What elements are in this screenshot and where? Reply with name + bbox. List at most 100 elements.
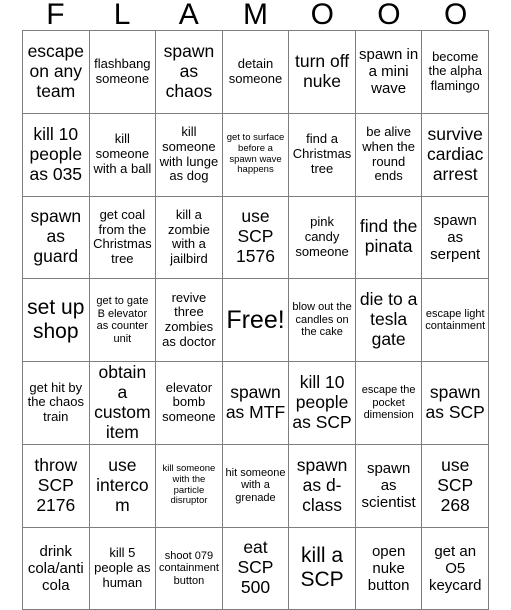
bingo-cell[interactable]: revive three zombies as doctor xyxy=(156,279,223,362)
bingo-cell[interactable]: blow out the candles on the cake xyxy=(289,279,356,362)
bingo-cell[interactable]: set up shop xyxy=(23,279,90,362)
bingo-cell[interactable]: escape on any team xyxy=(23,31,90,114)
bingo-cell[interactable]: kill a SCP xyxy=(289,528,356,610)
bingo-cell-label: get to gate B elevator as counter unit xyxy=(92,295,154,345)
bingo-cell[interactable]: kill someone with a ball xyxy=(90,114,157,197)
bingo-cell-label: kill someone with lunge as dog xyxy=(158,125,220,184)
bingo-cell-label: spawn as guard xyxy=(25,207,87,267)
header-letter-2: L xyxy=(89,0,156,30)
bingo-cell-label: throw SCP 2176 xyxy=(25,456,87,516)
bingo-cell-label: find the pinata xyxy=(358,217,420,257)
bingo-cell[interactable]: shoot 079 containment button xyxy=(156,528,223,610)
bingo-cell[interactable]: spawn as MTF xyxy=(223,362,290,445)
bingo-cell[interactable]: spawn as d-class xyxy=(289,445,356,528)
bingo-cell[interactable]: use SCP 1576 xyxy=(223,197,290,280)
bingo-cell[interactable]: find the pinata xyxy=(356,197,423,280)
bingo-cell-label: be alive when the round ends xyxy=(358,125,420,184)
bingo-cell[interactable]: be alive when the round ends xyxy=(356,114,423,197)
header-letter-6: O xyxy=(356,0,423,30)
bingo-cell[interactable]: use intercom xyxy=(90,445,157,528)
bingo-cell[interactable]: open nuke button xyxy=(356,528,423,610)
bingo-cell[interactable]: spawn as scientist xyxy=(356,445,423,528)
bingo-cell-label: use SCP 1576 xyxy=(225,207,287,267)
bingo-cell[interactable]: kill 10 people as SCP xyxy=(289,362,356,445)
bingo-cell[interactable]: hit someone with a grenade xyxy=(223,445,290,528)
bingo-cell-label: spawn as chaos xyxy=(158,42,220,102)
bingo-cell-label: spawn as serpent xyxy=(424,212,486,263)
bingo-header-letters: F L A M O O O xyxy=(22,0,489,30)
bingo-cell[interactable]: escape the pocket dimension xyxy=(356,362,423,445)
bingo-cell-label: spawn as SCP xyxy=(424,383,486,423)
bingo-cell-label: kill a zombie with a jailbird xyxy=(158,208,220,267)
bingo-cell[interactable]: kill a zombie with a jailbird xyxy=(156,197,223,280)
bingo-cell[interactable]: become the alpha flamingo xyxy=(422,31,489,114)
bingo-cell-label: die to a tesla gate xyxy=(358,290,420,350)
bingo-cell[interactable]: spawn as guard xyxy=(23,197,90,280)
bingo-cell[interactable]: find a Christmas tree xyxy=(289,114,356,197)
bingo-cell-label: spawn as scientist xyxy=(358,460,420,511)
bingo-grid: escape on any teamflashbang someonespawn… xyxy=(22,30,489,610)
bingo-cell[interactable]: detain someone xyxy=(223,31,290,114)
bingo-cell-label: kill 10 people as SCP xyxy=(291,373,353,433)
bingo-cell[interactable]: survive cardiac arrest xyxy=(422,114,489,197)
bingo-cell-label: revive three zombies as doctor xyxy=(158,291,220,350)
bingo-cell[interactable]: get coal from the Christmas tree xyxy=(90,197,157,280)
bingo-cell-label: kill 10 people as 035 xyxy=(25,125,87,185)
bingo-free-space[interactable]: Free! xyxy=(223,279,290,362)
bingo-cell[interactable]: spawn as SCP xyxy=(422,362,489,445)
bingo-cell-label: find a Christmas tree xyxy=(291,132,353,176)
bingo-cell-label: turn off nuke xyxy=(291,52,353,92)
bingo-cell[interactable]: die to a tesla gate xyxy=(356,279,423,362)
bingo-cell-label: elevator bomb someone xyxy=(158,381,220,425)
bingo-cell-label: spawn as d-class xyxy=(291,456,353,516)
bingo-cell[interactable]: get hit by the chaos train xyxy=(23,362,90,445)
bingo-cell-label: obtain a custom item xyxy=(92,363,154,443)
bingo-cell[interactable]: obtain a custom item xyxy=(90,362,157,445)
bingo-cell[interactable]: spawn as chaos xyxy=(156,31,223,114)
bingo-cell[interactable]: pink candy someone xyxy=(289,197,356,280)
bingo-cell[interactable]: drink cola/anti cola xyxy=(23,528,90,610)
header-letter-3: A xyxy=(155,0,222,30)
bingo-cell[interactable]: kill 10 people as 035 xyxy=(23,114,90,197)
bingo-cell[interactable]: spawn as serpent xyxy=(422,197,489,280)
header-letter-4: M xyxy=(222,0,289,30)
bingo-cell[interactable]: turn off nuke xyxy=(289,31,356,114)
bingo-cell[interactable]: kill 5 people as human xyxy=(90,528,157,610)
header-letter-5: O xyxy=(289,0,356,30)
header-letter-1: F xyxy=(22,0,89,30)
bingo-cell-label: drink cola/anti cola xyxy=(25,543,87,594)
bingo-cell[interactable]: eat SCP 500 xyxy=(223,528,290,610)
bingo-cell-label: get to surface before a spawn wave happe… xyxy=(225,133,287,176)
bingo-cell-label: kill someone with a ball xyxy=(92,132,154,176)
bingo-cell-label: kill someone with the particle disruptor xyxy=(158,464,220,507)
bingo-cell[interactable]: kill someone with the particle disruptor xyxy=(156,445,223,528)
bingo-cell[interactable]: throw SCP 2176 xyxy=(23,445,90,528)
bingo-cell-label: shoot 079 containment button xyxy=(158,550,220,588)
bingo-cell-label: use intercom xyxy=(92,456,154,516)
header-letter-7: O xyxy=(422,0,489,30)
bingo-cell-label: blow out the candles on the cake xyxy=(291,301,353,339)
bingo-cell-label: get an O5 keycard xyxy=(424,543,486,594)
bingo-cell-label: detain someone xyxy=(225,57,287,87)
bingo-cell[interactable]: get to gate B elevator as counter unit xyxy=(90,279,157,362)
bingo-cell-label: get coal from the Christmas tree xyxy=(92,208,154,267)
bingo-cell-label: spawn as MTF xyxy=(225,383,287,423)
bingo-cell-label: flashbang someone xyxy=(92,57,154,87)
bingo-cell[interactable]: flashbang someone xyxy=(90,31,157,114)
bingo-cell-label: set up shop xyxy=(25,296,87,344)
bingo-cell[interactable]: get an O5 keycard xyxy=(422,528,489,610)
bingo-cell-label: eat SCP 500 xyxy=(225,538,287,598)
bingo-cell-label: use SCP 268 xyxy=(424,456,486,516)
bingo-cell-label: kill a SCP xyxy=(291,544,353,592)
bingo-cell-label: escape on any team xyxy=(25,42,87,102)
bingo-cell-label: escape light containment xyxy=(424,308,486,333)
bingo-cell-label: hit someone with a grenade xyxy=(225,467,287,505)
bingo-cell-label: survive cardiac arrest xyxy=(424,125,486,185)
bingo-cell[interactable]: use SCP 268 xyxy=(422,445,489,528)
bingo-cell[interactable]: elevator bomb someone xyxy=(156,362,223,445)
bingo-cell-label: get hit by the chaos train xyxy=(25,381,87,425)
bingo-cell[interactable]: escape light containment xyxy=(422,279,489,362)
bingo-cell[interactable]: kill someone with lunge as dog xyxy=(156,114,223,197)
bingo-cell[interactable]: get to surface before a spawn wave happe… xyxy=(223,114,290,197)
bingo-cell[interactable]: spawn in a mini wave xyxy=(356,31,423,114)
